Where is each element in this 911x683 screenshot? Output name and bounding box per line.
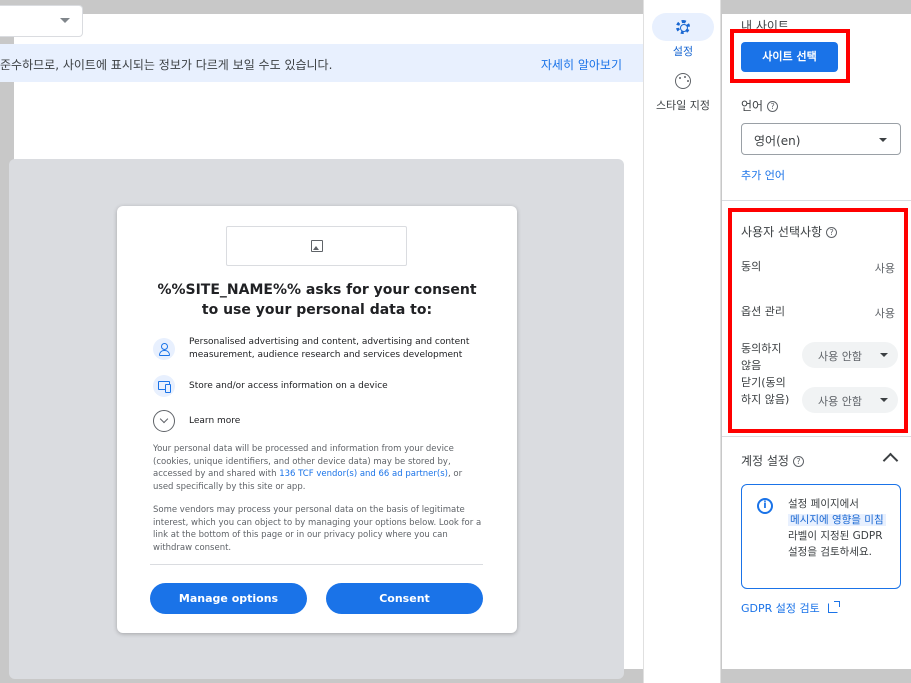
chevron-down-icon (880, 398, 888, 402)
language-value: 영어(en) (754, 134, 801, 148)
choice-label-close: 닫기(동의하지 않음) (741, 376, 790, 406)
purpose-text: Store and/or access information on a dev… (189, 380, 388, 391)
tab-settings-pill (652, 13, 714, 41)
help-icon[interactable]: ? (792, 456, 804, 467)
gdpr-settings-link[interactable]: GDPR 설정 검토 (741, 600, 840, 616)
help-icon[interactable]: ? (826, 227, 838, 238)
consent-button[interactable]: Consent (326, 583, 483, 614)
help-icon[interactable]: ? (767, 101, 779, 112)
settings-panel: 내 사이트 사이트 선택 언어? 영어(en) 추가 언어 사용자 선택사항? … (722, 0, 911, 683)
site-select-button[interactable]: 사이트 선택 (741, 42, 838, 72)
gdpr-link-text: GDPR 설정 검토 (741, 602, 820, 615)
tab-styling-pill (652, 67, 714, 95)
info-banner: 준수하므로, 사이트에 표시되는 정보가 다르게 보일 수도 있습니다. 자세히… (0, 44, 643, 82)
learn-more-link[interactable]: 자세히 알아보기 (541, 56, 622, 73)
close-select[interactable]: 사용 안함 (802, 387, 898, 413)
chevron-up-icon[interactable] (882, 452, 899, 469)
account-settings-text: 계정 설정 (741, 454, 789, 468)
user-choices-label: 사용자 선택사항? (741, 223, 838, 240)
panel-edge (722, 0, 911, 14)
choice-label-manage-options: 옵션 관리 (741, 305, 785, 318)
language-label: 언어? (741, 97, 779, 114)
tab-styling[interactable]: 스타일 지정 (644, 67, 722, 113)
side-rail: 설정 스타일 지정 (643, 0, 721, 683)
person-icon (153, 338, 175, 360)
consent-paragraph: Your personal data will be processed and… (153, 443, 483, 493)
choice-value-consent: 사용 (874, 262, 895, 275)
chevron-down-icon (880, 353, 888, 357)
image-icon (311, 240, 323, 252)
panel-edge (722, 669, 911, 683)
account-settings-label: 계정 설정? (741, 452, 804, 469)
consent-dialog: %%SITE_NAME%% asks for your consent to u… (117, 206, 517, 633)
user-choices-text: 사용자 선택사항 (741, 225, 823, 239)
learn-more-toggle[interactable]: Learn more (153, 410, 489, 432)
choice-value-close: 사용 안함 (818, 395, 862, 408)
preview-device-dropdown[interactable] (0, 5, 83, 37)
chevron-down-icon (879, 138, 887, 142)
tab-styling-label: 스타일 지정 (655, 99, 711, 112)
purpose-item: Personalised advertising and content, ad… (153, 336, 489, 362)
divider (722, 200, 911, 201)
tab-settings-label: 설정 (672, 45, 694, 58)
message-preview-area: 준수하므로, 사이트에 표시되는 정보가 다르게 보일 수도 있습니다. 자세히… (0, 0, 643, 683)
legitimate-interest-paragraph: Some vendors may process your personal d… (153, 505, 482, 553)
chevron-down-icon (60, 18, 70, 23)
tab-settings[interactable]: 설정 (644, 13, 722, 59)
language-select[interactable]: 영어(en) (741, 123, 901, 155)
add-language-link[interactable]: 추가 언어 (741, 167, 785, 183)
do-not-consent-select[interactable]: 사용 안함 (802, 342, 898, 368)
vendors-link[interactable]: 136 TCF vendor(s) and 66 ad partner(s) (279, 469, 448, 479)
learn-more-label: Learn more (189, 415, 241, 426)
palette-icon (675, 73, 691, 89)
choice-value-do-not-consent: 사용 안함 (818, 350, 862, 363)
info-icon: i (757, 498, 773, 514)
purpose-text: Personalised advertising and content, ad… (189, 337, 470, 360)
site-logo-placeholder (226, 226, 407, 266)
gdpr-info-box: i 설정 페이지에서 메시지에 영향을 미침 라벨이 지정된 GDPR 설정을 … (741, 484, 901, 589)
divider (722, 436, 911, 437)
language-label-text: 언어 (741, 99, 764, 113)
chevron-down-icon[interactable] (153, 410, 175, 432)
banner-text: 준수하므로, 사이트에 표시되는 정보가 다르게 보일 수도 있습니다. (0, 58, 333, 72)
choice-value-manage-options: 사용 (874, 307, 895, 320)
consent-title: %%SITE_NAME%% asks for your consent to u… (157, 282, 477, 318)
choice-label-do-not-consent: 동의하지 않음 (741, 342, 782, 372)
purpose-item: Store and/or access information on a dev… (153, 375, 489, 397)
open-in-new-icon (827, 601, 840, 613)
divider (150, 564, 483, 565)
info-text: 설정 페이지에서 메시지에 영향을 미침 라벨이 지정된 GDPR 설정을 검토… (788, 496, 892, 560)
info-text-part: 라벨이 지정된 GDPR 설정을 검토하세요. (788, 530, 883, 558)
info-label-chip: 메시지에 영향을 미침 (788, 514, 886, 526)
gear-icon (676, 20, 690, 34)
choice-label-consent: 동의 (741, 260, 762, 273)
manage-options-button[interactable]: Manage options (150, 583, 307, 614)
device-icon (153, 375, 175, 397)
info-text-part: 설정 페이지에서 (788, 498, 859, 510)
